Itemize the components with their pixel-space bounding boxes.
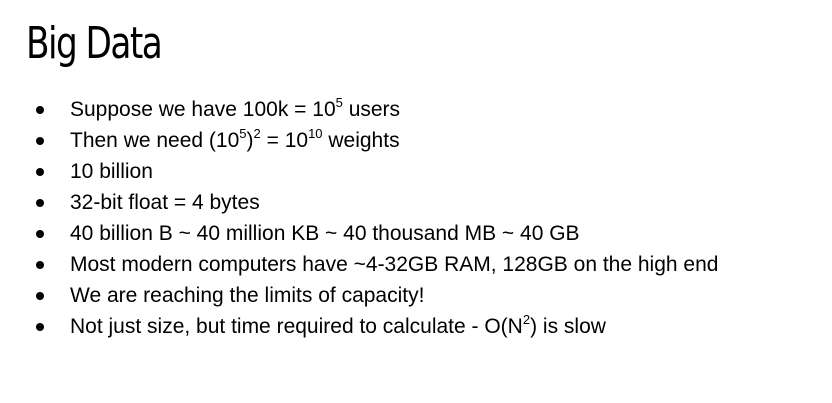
bullet-item: Most modern computers have ~4-32GB RAM, … bbox=[34, 249, 718, 280]
bullet-list: Suppose we have 100k = 105 users Then we… bbox=[34, 94, 718, 342]
bullet-text: Then we need (105)2 = 1010 weights bbox=[70, 126, 400, 152]
bullet-item: Suppose we have 100k = 105 users bbox=[34, 94, 718, 125]
bullet-item: 32-bit float = 4 bytes bbox=[34, 187, 718, 218]
bullet-item: We are reaching the limits of capacity! bbox=[34, 280, 718, 311]
bullet-text: 32-bit float = 4 bytes bbox=[70, 191, 260, 214]
bullet-item: 10 billion bbox=[34, 156, 718, 187]
bullet-text: Most modern computers have ~4-32GB RAM, … bbox=[70, 253, 719, 276]
bullet-dot-icon bbox=[36, 137, 44, 145]
slide: Big Data Suppose we have 100k = 105 user… bbox=[0, 0, 832, 403]
bullet-item: Not just size, but time required to calc… bbox=[34, 311, 718, 342]
bullet-dot-icon bbox=[36, 199, 44, 207]
bullet-item: 40 billion B ~ 40 million KB ~ 40 thousa… bbox=[34, 218, 718, 249]
bullet-dot-icon bbox=[36, 261, 44, 269]
bullet-dot-icon bbox=[36, 106, 44, 114]
bullet-text: Not just size, but time required to calc… bbox=[70, 312, 606, 338]
bullet-dot-icon bbox=[36, 323, 44, 331]
bullet-text: 40 billion B ~ 40 million KB ~ 40 thousa… bbox=[70, 222, 580, 245]
bullet-text: We are reaching the limits of capacity! bbox=[70, 284, 425, 307]
bullet-text: 10 billion bbox=[70, 160, 153, 183]
slide-title: Big Data bbox=[26, 18, 163, 69]
bullet-dot-icon bbox=[36, 168, 44, 176]
bullet-item: Then we need (105)2 = 1010 weights bbox=[34, 125, 718, 156]
bullet-dot-icon bbox=[36, 292, 44, 300]
bullet-text: Suppose we have 100k = 105 users bbox=[70, 95, 401, 121]
bullet-dot-icon bbox=[36, 230, 44, 238]
